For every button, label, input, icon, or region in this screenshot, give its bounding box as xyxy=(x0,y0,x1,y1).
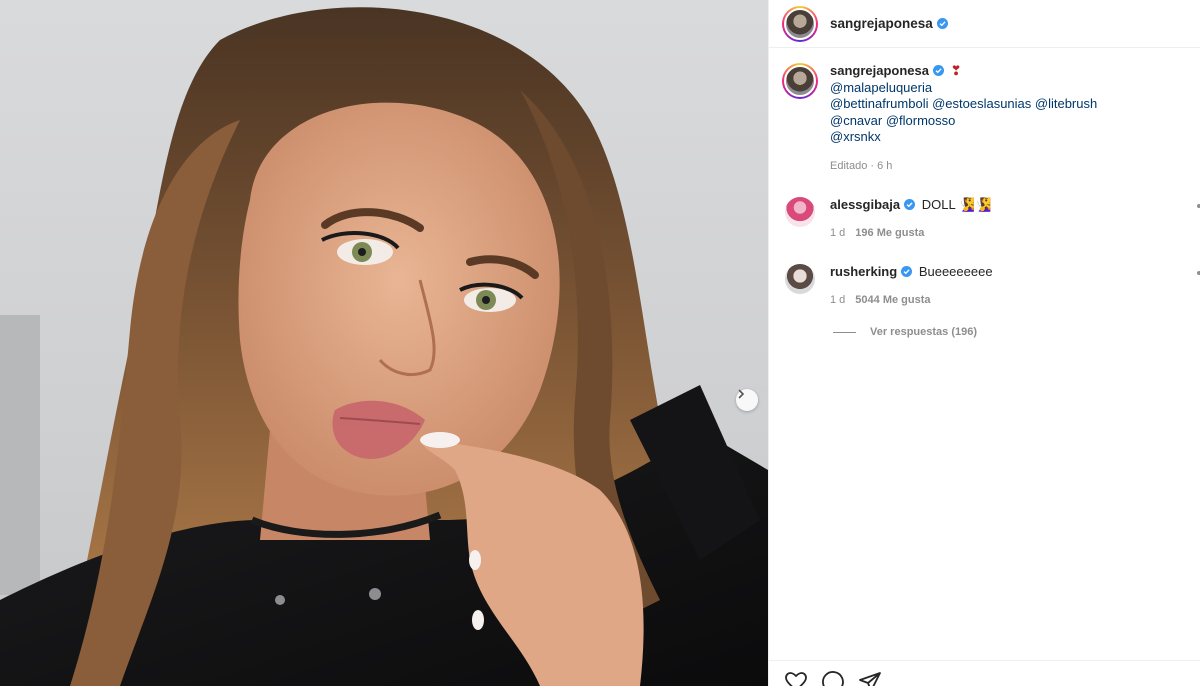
comment-likes[interactable]: 5044 Me gusta xyxy=(855,294,930,306)
comment-time[interactable]: 1 d xyxy=(830,227,845,239)
commenter-avatar[interactable] xyxy=(785,197,815,227)
heart-icon[interactable] xyxy=(784,670,808,686)
commenter-username[interactable]: rusherking xyxy=(830,264,897,279)
caption-avatar[interactable] xyxy=(782,63,818,99)
caption-line-mentions[interactable]: @xrsnkx xyxy=(830,129,1097,146)
caption-line-mentions[interactable]: @bettinafrumboli @estoeslasunias @litebr… xyxy=(830,96,1097,113)
comment-item: alessgibaja DOLL 🧏‍♀️🧏‍♀️ 1 d 196 Me gust… xyxy=(785,197,1200,241)
caption-line-mentions[interactable]: @cnavar @flormosso xyxy=(830,113,1097,130)
view-replies-button[interactable]: Ver respuestas (196) xyxy=(833,326,977,338)
verified-badge-icon xyxy=(901,266,913,277)
comment-text: Bueeeeeeee xyxy=(918,264,993,279)
send-icon[interactable] xyxy=(858,670,882,686)
comment-icon[interactable] xyxy=(821,670,845,686)
post-photo[interactable] xyxy=(0,0,768,686)
chevron-right-icon xyxy=(738,389,745,399)
commenter-username[interactable]: alessgibaja xyxy=(830,197,900,212)
replies-divider xyxy=(833,331,856,333)
comment-time[interactable]: 1 d xyxy=(830,294,845,306)
caption-edited-time: Editado · 6 h xyxy=(830,159,893,172)
post-actions-bar xyxy=(769,660,1200,686)
comment-item: rusherking Bueeeeeeee 1 d 5044 Me gusta xyxy=(785,264,1200,308)
comment-likes[interactable]: 196 Me gusta xyxy=(855,227,924,239)
verified-badge-icon xyxy=(936,18,948,29)
post-caption: sangrejaponesa ❣ @malapeluqueria @bettin… xyxy=(782,63,1097,174)
verified-badge-icon xyxy=(904,199,916,210)
portrait-illustration xyxy=(0,7,768,686)
next-photo-button[interactable] xyxy=(736,389,758,411)
post-header: sangrejaponesa xyxy=(769,0,1200,48)
caption-emoji: ❣ xyxy=(950,63,962,78)
commenter-avatar[interactable] xyxy=(785,264,815,294)
caption-line-mentions[interactable]: @malapeluqueria xyxy=(830,80,1097,97)
post-side-panel: sangrejaponesa sangrejaponesa ❣ @malapel… xyxy=(768,0,1200,686)
header-username[interactable]: sangrejaponesa xyxy=(830,16,933,31)
verified-badge-icon xyxy=(933,65,944,76)
caption-username[interactable]: sangrejaponesa xyxy=(830,63,929,78)
view-replies-label: Ver respuestas (196) xyxy=(870,326,978,338)
comment-text: DOLL 🧏‍♀️🧏‍♀️ xyxy=(921,197,992,212)
avatar[interactable] xyxy=(782,5,818,42)
